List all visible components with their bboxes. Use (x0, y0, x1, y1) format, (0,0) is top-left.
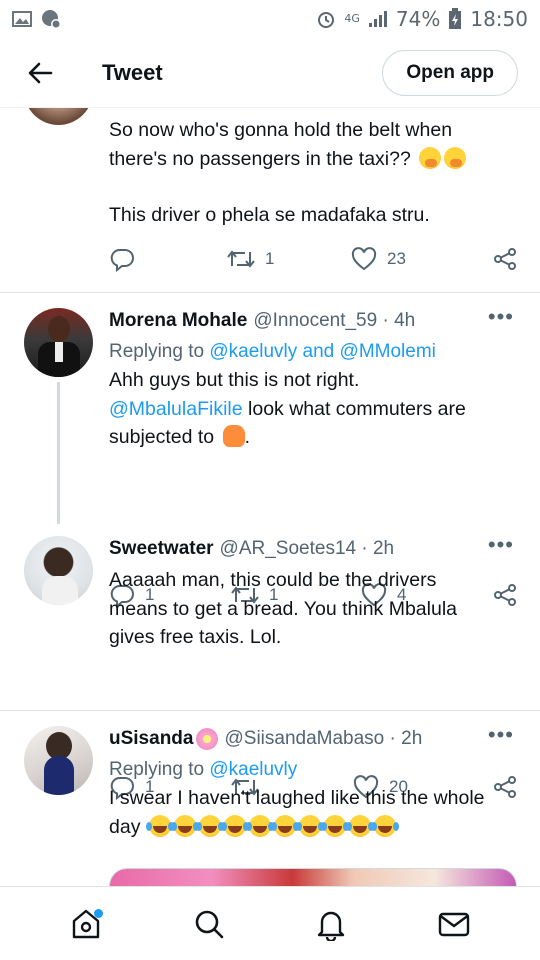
tweet-text-line: Ahh guys but this is not right. (109, 369, 360, 391)
avatar[interactable] (24, 308, 93, 377)
tears-of-joy-emoji-icon (170, 814, 196, 837)
more-icon: ••• (487, 722, 514, 747)
flower-emoji-icon (196, 728, 219, 750)
retweet-count: 1 (265, 249, 275, 268)
tweet-text-line: subjected to (109, 426, 215, 448)
more-options-button[interactable]: ••• (488, 306, 514, 328)
more-icon: ••• (487, 304, 514, 329)
nav-search[interactable] (184, 899, 234, 949)
thread-line (57, 382, 60, 524)
conversation-feed: So now who's gonna hold the belt when th… (0, 108, 540, 886)
tweet-divider (0, 292, 540, 293)
nav-notifications[interactable] (306, 899, 356, 949)
tweet-text-end: . (244, 426, 250, 448)
tears-of-joy-emoji-icon (245, 814, 271, 837)
status-bar: 4G 74% 18:50 (0, 0, 540, 38)
retweet-icon (227, 250, 255, 268)
search-icon (195, 910, 224, 938)
tears-of-joy-emoji-icon (295, 814, 321, 837)
home-notification-dot (94, 908, 104, 918)
tears-of-joy-emoji-icon (220, 814, 246, 837)
like-button[interactable]: 23 (351, 247, 406, 271)
replying-to: Replying to @kaeluvly (109, 756, 520, 784)
author-handle[interactable]: @AR_Soetes14 · 2h (220, 536, 395, 562)
share-icon (494, 248, 516, 270)
signal-icon (368, 11, 387, 27)
share-button[interactable] (493, 247, 517, 271)
giggle-emoji-icon (419, 146, 442, 169)
tweet-text-line: there's no passengers in the taxi?? (109, 147, 411, 170)
battery-percent: 74% (395, 7, 441, 31)
author-name[interactable]: Sweetwater (109, 536, 214, 562)
tears-of-joy-emoji-icon (195, 814, 221, 837)
tweet-text-line: Aaaaah man, this could be the drivers (109, 569, 437, 591)
tweet-divider (0, 710, 540, 711)
replying-to: Replying to @kaeluvly and @MMolemi (109, 338, 520, 366)
alarm-icon (318, 12, 335, 28)
person-emoji-icon (222, 425, 245, 447)
text-mention-link[interactable]: @MbalulaFikile (109, 398, 243, 420)
back-arrow-icon (28, 62, 53, 83)
more-options-button[interactable]: ••• (488, 534, 514, 556)
tweet-media-image[interactable] (109, 868, 517, 886)
reply-button[interactable] (109, 246, 135, 272)
retweet-button[interactable]: 1 (227, 247, 274, 271)
avatar[interactable] (24, 536, 93, 605)
clock: 18:50 (470, 7, 528, 31)
replying-prefix: Replying to (109, 759, 205, 780)
tweet-actions: 1 23 (109, 244, 519, 274)
battery-icon (449, 8, 462, 29)
tweet-text-line: day (109, 815, 141, 838)
top-header: Tweet Open app (0, 38, 540, 108)
avatar[interactable] (24, 726, 93, 795)
tweet-header: Sweetwater @AR_Soetes14 · 2h (109, 536, 520, 562)
tweet-text-line: look what commuters are (242, 397, 466, 420)
tears-of-joy-emoji-icon (345, 814, 371, 837)
back-button[interactable] (22, 55, 58, 91)
gallery-notification-icon (12, 11, 32, 27)
bottom-navigation (0, 886, 540, 960)
tears-of-joy-emoji-icon (270, 814, 296, 837)
notifications-icon (318, 911, 345, 941)
tweet-text-line: So now who's gonna hold the belt when (109, 119, 453, 141)
page-title: Tweet (102, 59, 163, 85)
tears-of-joy-emoji-icon (370, 814, 396, 837)
tweet-text: So now who's gonna hold the belt when th… (109, 116, 520, 230)
tweet-header: uSisanda @SiisandaMabaso · 2h (109, 726, 520, 752)
tears-of-joy-emoji-icon (145, 814, 171, 837)
tweet-text: Aaaaah man, this could be the drivers me… (109, 566, 520, 652)
network-type-label: 4G (344, 12, 360, 25)
tears-of-joy-emoji-icon (320, 814, 346, 837)
tweet-text: I swear I haven't laughed like this the … (109, 784, 520, 841)
author-name[interactable]: Morena Mohale (109, 308, 247, 334)
more-options-button[interactable]: ••• (488, 724, 514, 746)
reply-icon (110, 249, 134, 272)
replying-prefix: Replying to (109, 341, 205, 362)
messages-icon (438, 912, 469, 936)
replying-mentions[interactable]: @kaeluvly and @MMolemi (209, 341, 436, 362)
author-name[interactable]: uSisanda (109, 726, 193, 752)
app-notification-icon (42, 10, 61, 29)
tweet-text-line: This driver o phela se madafaka stru. (109, 204, 430, 226)
more-icon: ••• (487, 532, 514, 557)
nav-home[interactable] (61, 899, 111, 949)
tweet-header: Morena Mohale @Innocent_59 · 4h (109, 308, 520, 334)
like-count: 23 (387, 249, 406, 268)
status-bar-left (12, 8, 62, 30)
nav-messages[interactable] (429, 899, 479, 949)
giggle-emoji-icon (444, 146, 467, 169)
tweet-text-line: I swear I haven't laughed like this the … (109, 787, 485, 809)
avatar[interactable] (24, 108, 93, 125)
author-handle[interactable]: @SiisandaMabaso · 2h (224, 726, 422, 752)
like-icon (351, 247, 377, 271)
author-handle[interactable]: @Innocent_59 · 4h (253, 308, 415, 334)
open-app-button[interactable]: Open app (382, 50, 518, 96)
tweet-text: Ahh guys but this is not right. @Mbalula… (109, 366, 520, 452)
status-bar-right: 4G 74% 18:50 (316, 7, 528, 31)
replying-mentions[interactable]: @kaeluvly (209, 759, 297, 780)
tweet-text-line: gives free taxis. Lol. (109, 626, 282, 648)
tweet-text-line: means to get a bread. You think Mbalula (109, 597, 457, 620)
